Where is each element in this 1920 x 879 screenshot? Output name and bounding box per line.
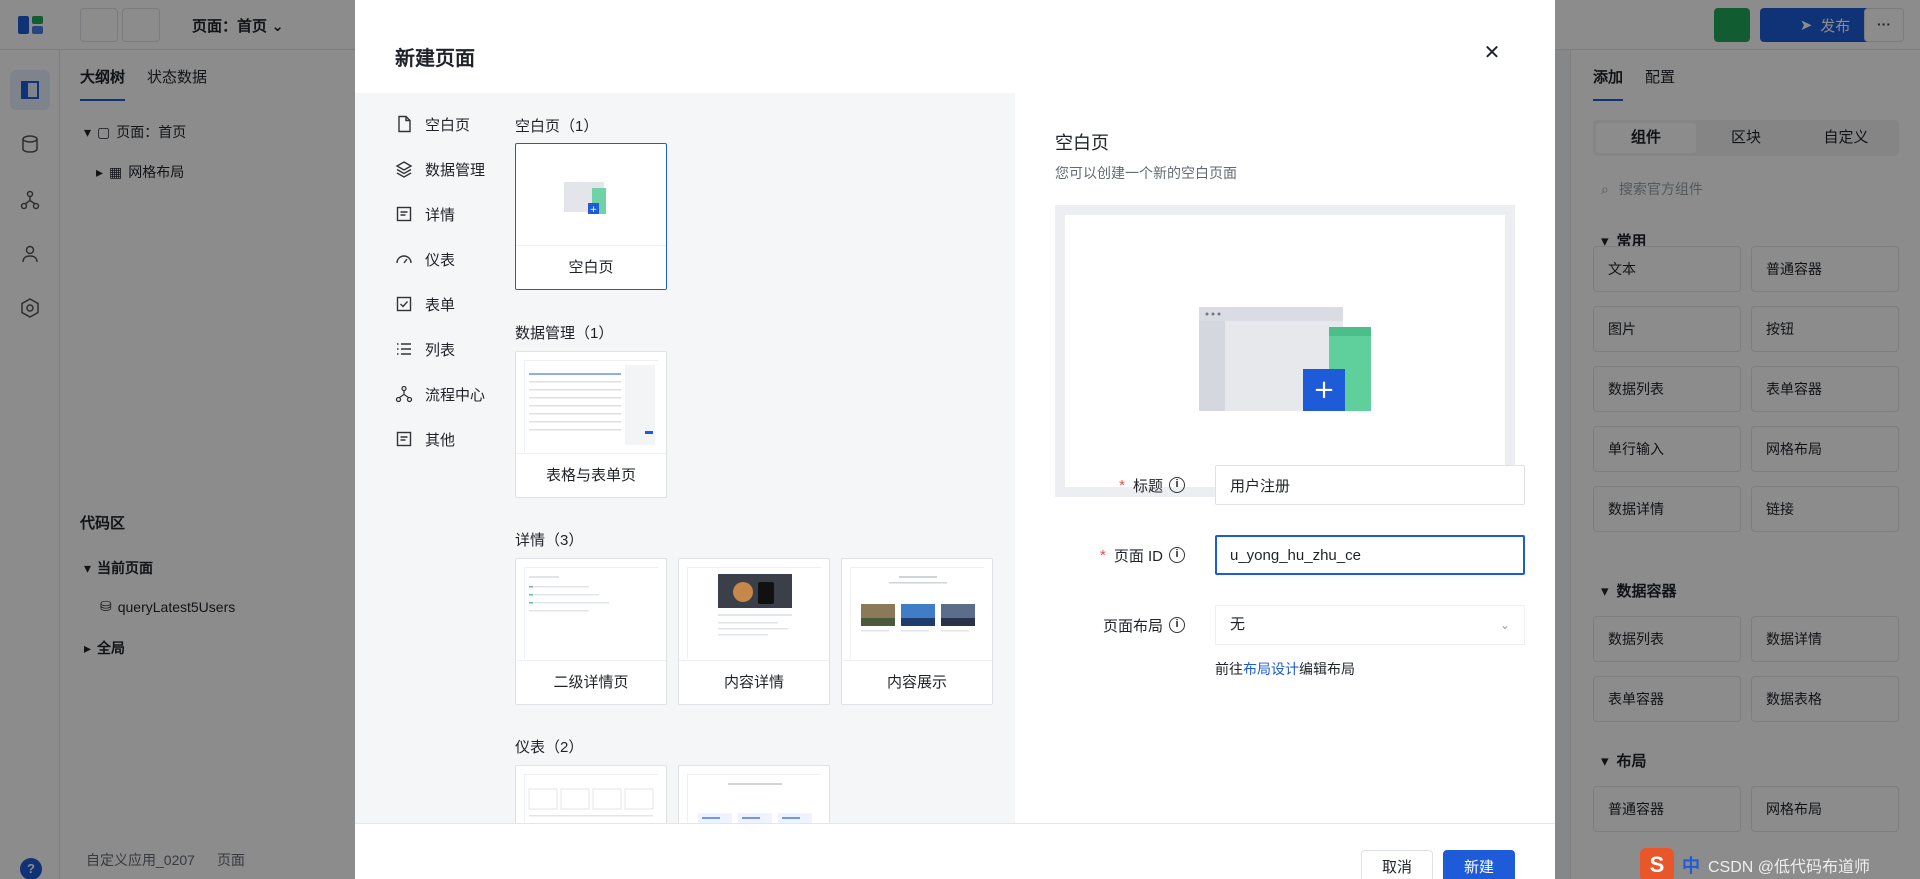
page-id-field-label: * 页面 ID i: [1055, 535, 1185, 575]
close-icon[interactable]: ✕: [1483, 43, 1501, 63]
category-label: 其他: [425, 431, 456, 449]
category-label: 数据管理: [425, 161, 486, 179]
category-label: 表单: [425, 296, 456, 314]
create-button[interactable]: 新建: [1443, 850, 1515, 879]
info-icon[interactable]: i: [1169, 477, 1185, 493]
required-icon: *: [1099, 546, 1106, 564]
template-card-table-form[interactable]: 表格与表单页: [515, 351, 667, 498]
template-thumbnail: [524, 774, 659, 823]
checkbox-icon: [396, 296, 412, 312]
category-list[interactable]: 列表: [395, 338, 455, 360]
layout-select-value: 无: [1230, 616, 1246, 633]
cancel-button[interactable]: 取消: [1361, 850, 1433, 879]
layout-field-label: 页面布局 i: [1055, 605, 1185, 645]
section-title-data-management: 数据管理（1）: [515, 325, 614, 342]
template-card-content-display[interactable]: 内容展示: [841, 558, 993, 705]
template-label: 二级详情页: [516, 660, 666, 704]
csdn-watermark: S 中 CSDN @低代码布道师: [1640, 848, 1870, 879]
category-data-management[interactable]: 数据管理: [395, 158, 485, 180]
template-thumbnail: [687, 774, 822, 823]
detail-description: 您可以创建一个新的空白页面: [1055, 165, 1237, 181]
template-label: 表格与表单页: [516, 453, 666, 497]
blank-page-illustration: +: [1199, 307, 1371, 411]
layout-hint: 前往布局设计编辑布局: [1215, 659, 1355, 679]
list-icon: [397, 343, 411, 355]
template-gallery: 空白页（1） + 空白页 数据管理（1） 表格与表单页 详情（3） 二级详情页 …: [505, 93, 1015, 823]
template-card-secondary-detail[interactable]: 二级详情页: [515, 558, 667, 705]
template-thumbnail: [687, 567, 822, 660]
svg-text:+: +: [590, 205, 598, 215]
dialog-footer: 取消 新建: [355, 823, 1555, 879]
dialog-title: 新建页面: [395, 48, 475, 70]
page-id-label-text: 页面 ID: [1113, 547, 1163, 565]
category-form[interactable]: 表单: [395, 293, 455, 315]
template-label: 内容展示: [842, 660, 992, 704]
category-label: 列表: [425, 341, 456, 359]
template-detail: 空白页 您可以创建一个新的空白页面 + * 标题 i 用户注册 * 页面 ID …: [1015, 93, 1555, 823]
template-label: 内容详情: [679, 660, 829, 704]
category-label: 详情: [425, 206, 456, 224]
layout-label-text: 页面布局: [1102, 617, 1163, 635]
title-field-label: * 标题 i: [1055, 465, 1185, 505]
layout-hint-suffix: 编辑布局: [1299, 661, 1355, 677]
category-nav: 空白页 数据管理 详情 仪表 表单 列表 流程中心 其他: [355, 93, 505, 823]
template-preview: +: [1055, 205, 1515, 497]
template-label: 空白页: [516, 245, 666, 289]
csdn-logo-icon: S: [1640, 848, 1674, 879]
title-input[interactable]: [1215, 465, 1525, 505]
other-icon: [396, 431, 412, 447]
info-icon[interactable]: i: [1169, 547, 1185, 563]
template-thumbnail: +: [524, 152, 658, 244]
layout-design-link[interactable]: 布局设计: [1243, 661, 1299, 677]
category-label: 空白页: [425, 116, 471, 134]
category-label: 仪表: [425, 251, 456, 269]
workflow-icon: [395, 385, 413, 403]
gauge-icon: [396, 255, 412, 264]
file-icon: [398, 115, 411, 133]
detail-title: 空白页: [1055, 133, 1109, 153]
section-title-detail: 详情（3）: [515, 532, 584, 549]
layout-hint-prefix: 前往: [1215, 661, 1243, 677]
section-title-blank: 空白页（1）: [515, 118, 599, 135]
title-label-text: 标题: [1132, 477, 1163, 495]
layout-select[interactable]: 无 ⌄: [1215, 605, 1525, 645]
category-label: 流程中心: [425, 386, 486, 404]
template-card-blank[interactable]: + 空白页: [515, 143, 667, 290]
layers-icon: [395, 161, 413, 178]
detail-icon: [396, 206, 412, 222]
new-page-dialog: 新建页面 ✕ 空白页 数据管理 详情 仪表 表单 列表 流程中心 其他 空白页（…: [355, 0, 1555, 879]
template-thumbnail: [524, 360, 659, 453]
template-card-content-detail[interactable]: 内容详情: [678, 558, 830, 705]
page-id-input[interactable]: [1215, 535, 1525, 575]
ime-indicator: 中: [1682, 856, 1700, 876]
template-thumbnail: [850, 567, 985, 660]
template-thumbnail: [524, 567, 659, 660]
template-preview-canvas: +: [1065, 215, 1505, 487]
category-detail[interactable]: 详情: [395, 203, 455, 225]
info-icon[interactable]: i: [1169, 617, 1185, 633]
category-dashboard[interactable]: 仪表: [395, 248, 455, 270]
dialog-body: 空白页 数据管理 详情 仪表 表单 列表 流程中心 其他 空白页（1） + 空白…: [355, 93, 1555, 823]
svg-text:+: +: [1313, 375, 1335, 405]
template-card-dashboard-1[interactable]: [515, 765, 667, 823]
chevron-down-icon: ⌄: [1499, 618, 1510, 632]
template-card-dashboard-2[interactable]: [678, 765, 830, 823]
category-other[interactable]: 其他: [395, 428, 455, 450]
section-title-dashboard: 仪表（2）: [515, 739, 584, 756]
required-icon: *: [1119, 476, 1125, 494]
category-blank[interactable]: 空白页: [395, 113, 470, 135]
watermark-text: CSDN @低代码布道师: [1708, 859, 1871, 876]
category-workflow[interactable]: 流程中心: [395, 383, 485, 405]
